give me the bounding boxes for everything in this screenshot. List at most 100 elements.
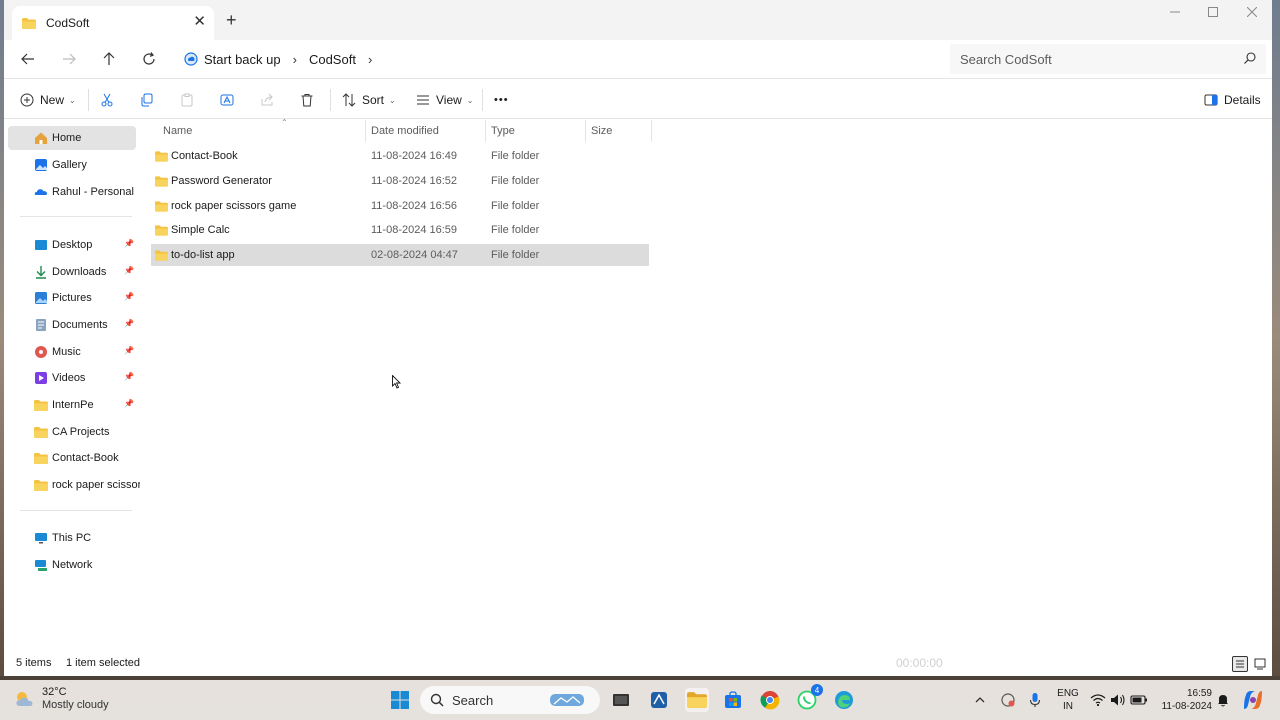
table-row[interactable]: Password Generator 11-08-2024 16:52 File… [151,170,649,192]
battery-tray-icon[interactable] [1130,680,1148,720]
pin-icon[interactable]: 📌 [124,292,134,301]
close-tab-button[interactable]: ✕ [193,14,206,30]
file-type: File folder [491,224,540,236]
breadcrumb[interactable]: Start back up › CodSoft › [176,44,946,74]
back-button[interactable] [16,47,40,71]
onedrive-sync-icon [184,52,198,66]
table-row[interactable]: Contact-Book 11-08-2024 16:49 File folde… [151,145,649,167]
sidebar-item-internpe[interactable]: InternPe 📌 [8,393,136,417]
do-not-disturb-button[interactable] [1216,680,1230,720]
chevron-right-icon[interactable]: › [293,52,297,67]
sidebar-item-rock-paper-scissors[interactable]: rock paper scissors [8,473,147,497]
chrome-icon [760,691,780,710]
copilot-button[interactable] [1242,680,1264,720]
microphone-tray-icon[interactable] [1029,680,1041,720]
new-button[interactable]: New ⌄ [20,90,76,110]
sidebar-item-contact-book[interactable]: Contact-Book [8,446,136,470]
sidebar-item-onedrive[interactable]: › Rahul - Personal [8,180,136,204]
table-row[interactable]: rock paper scissors game 11-08-2024 16:5… [151,195,649,217]
cut-button[interactable] [100,90,114,110]
pin-icon[interactable]: 📌 [124,239,134,248]
details-view-button[interactable] [1232,656,1248,672]
column-divider[interactable] [651,120,652,142]
taskbar-search[interactable]: Search [420,686,600,714]
weather-widget[interactable]: 32°C Mostly cloudy [14,686,109,712]
column-header-date[interactable]: Date modified [371,120,481,142]
file-explorer-button[interactable] [685,688,709,712]
copy-button[interactable] [140,90,154,110]
chrome-button[interactable] [758,688,782,712]
column-divider[interactable] [485,120,486,142]
breadcrumb-start-back-up[interactable]: Start back up [204,52,281,67]
wifi-tray-icon[interactable] [1090,680,1106,720]
sidebar-item-this-pc[interactable]: › This PC [8,526,136,550]
sidebar-item-home[interactable]: Home [8,126,136,150]
view-list-icon [417,95,429,105]
table-row[interactable]: to-do-list app 02-08-2024 04:47 File fol… [151,244,649,266]
file-name-cell: Contact-Book [155,145,238,167]
system-clock[interactable]: 16:59 11-08-2024 [1154,687,1212,713]
pin-icon[interactable]: 📌 [124,266,134,275]
pin-icon[interactable]: 📌 [124,399,134,408]
search-input[interactable]: Search CodSoft [950,44,1266,74]
breadcrumb-codsoft[interactable]: CodSoft [309,52,356,67]
antivirus-tray-icon[interactable] [1000,680,1016,720]
close-window-button[interactable] [1237,4,1267,20]
maximize-button[interactable] [1198,4,1228,20]
sidebar-item-downloads[interactable]: Downloads 📌 [8,260,136,284]
arrow-left-icon [21,53,34,65]
edge-button[interactable] [832,688,856,712]
paint-app-button[interactable] [647,688,671,712]
up-button[interactable] [97,47,121,71]
notification-badge: 4 [811,684,823,696]
column-divider[interactable] [365,120,366,142]
file-date: 11-08-2024 16:49 [371,150,458,162]
sidebar-item-label: Contact-Book [52,452,119,464]
sidebar-item-videos[interactable]: Videos 📌 [8,366,136,390]
details-pane-button[interactable]: Details [1204,90,1261,110]
sidebar-item-music[interactable]: Music 📌 [8,340,136,364]
rename-button[interactable] [220,90,234,110]
sidebar-item-network[interactable]: › Network [8,553,136,577]
chevron-right-icon[interactable]: › [368,52,372,67]
microsoft-store-button[interactable] [721,688,745,712]
column-divider[interactable] [585,120,586,142]
more-options-button[interactable]: ••• [494,90,509,110]
address-bar-row: Start back up › CodSoft › Search CodSoft [4,40,1272,78]
sidebar-item-ca-projects[interactable]: CA Projects [8,420,136,444]
forward-button[interactable] [57,47,81,71]
whatsapp-button[interactable]: 4 [795,684,823,712]
view-button[interactable]: View ⌄ [416,90,474,110]
sidebar-item-documents[interactable]: Documents 📌 [8,313,136,337]
sidebar-item-pictures[interactable]: Pictures 📌 [8,286,136,310]
tiles-view-button[interactable] [1252,656,1268,672]
weather-description: Mostly cloudy [42,699,109,711]
new-tab-button[interactable]: + [226,10,237,30]
pin-icon[interactable]: 📌 [124,372,134,381]
folder-icon [155,224,168,236]
show-hidden-icons-button[interactable] [974,680,986,720]
file-date: 11-08-2024 16:52 [371,175,458,187]
sidebar-item-gallery[interactable]: Gallery [8,153,136,177]
plus-circle-icon [20,93,34,107]
minimize-button[interactable] [1160,4,1190,20]
refresh-button[interactable] [137,47,161,71]
sort-button[interactable]: Sort ⌄ [342,90,396,110]
column-header-type[interactable]: Type [491,120,581,142]
share-button[interactable] [260,90,274,110]
language-indicator[interactable]: ENG IN [1056,687,1080,713]
column-header-name[interactable]: Name ⌃ [163,118,363,142]
column-label: Type [491,125,515,137]
volume-tray-icon[interactable] [1110,680,1126,720]
table-row[interactable]: Simple Calc 11-08-2024 16:59 File folder [151,219,649,241]
start-button[interactable] [388,688,412,712]
tab-codsoft[interactable]: CodSoft ✕ [12,6,214,40]
pin-icon[interactable]: 📌 [124,319,134,328]
column-header-size[interactable]: Size [591,120,651,142]
pin-icon[interactable]: 📌 [124,346,134,355]
task-view-button[interactable] [609,688,633,712]
sidebar-item-desktop[interactable]: Desktop 📌 [8,233,136,257]
bell-snooze-icon [1218,695,1228,707]
delete-button[interactable] [300,90,314,110]
paste-button[interactable] [180,90,194,110]
